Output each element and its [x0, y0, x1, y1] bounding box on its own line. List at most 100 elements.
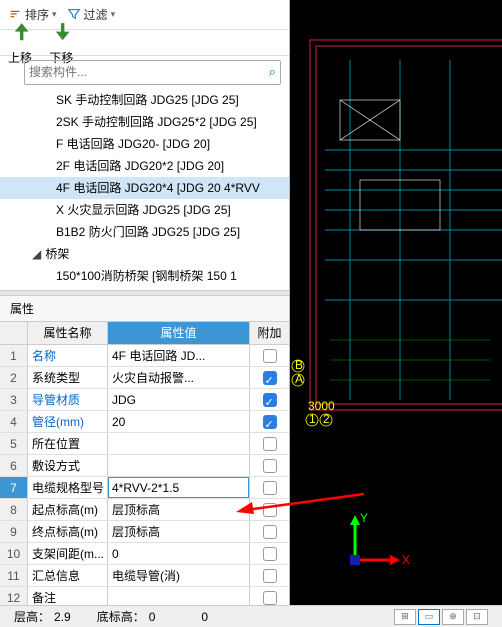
cad-canvas[interactable]: 3000 3000 B A 1 2 Y X	[290, 0, 502, 605]
property-name: 导管材质	[28, 389, 108, 410]
property-extra[interactable]	[249, 477, 289, 498]
property-value[interactable]: 火灾自动报警...	[108, 367, 249, 388]
checkbox-icon[interactable]	[263, 459, 277, 473]
dim-3000-b: 3000	[308, 399, 335, 413]
move-down-button[interactable]: 下移	[49, 18, 76, 65]
property-row[interactable]: 11汇总信息电缆导管(消)	[0, 565, 289, 587]
tree-item[interactable]: SK 手动控制回路 JDG25 [JDG 25]	[0, 89, 289, 111]
status-zero: 0	[201, 610, 208, 624]
header-value[interactable]: 属性值	[108, 322, 249, 344]
checkbox-icon[interactable]	[263, 569, 277, 583]
property-row[interactable]: 4管径(mm)20	[0, 411, 289, 433]
view-mode-4[interactable]: ⊡	[466, 609, 488, 625]
view-mode-3[interactable]: ⊕	[442, 609, 464, 625]
checkbox-icon[interactable]	[263, 525, 277, 539]
tree-item[interactable]: F 电话回路 JDG20- [JDG 20]	[0, 133, 289, 155]
arrow-up-icon	[8, 35, 35, 49]
row-number: 1	[0, 345, 28, 366]
tree-item[interactable]: 2SK 手动控制回路 JDG25*2 [JDG 25]	[0, 111, 289, 133]
row-number: 7	[0, 477, 28, 498]
property-name: 管径(mm)	[28, 411, 108, 432]
checkbox-icon[interactable]	[263, 371, 277, 385]
search-icon[interactable]: ⌕	[269, 64, 276, 80]
checkbox-icon[interactable]	[263, 437, 277, 451]
property-value[interactable]: 电缆导管(消)	[108, 565, 249, 586]
checkbox-icon[interactable]	[263, 547, 277, 561]
move-up-button[interactable]: 上移	[8, 18, 35, 65]
property-value[interactable]: 层顶标高	[108, 521, 249, 542]
property-value[interactable]: 4*RVV-2*1.5	[108, 477, 249, 498]
property-extra[interactable]	[249, 455, 289, 476]
tree-item[interactable]: X 火灾显示回路 JDG25 [JDG 25]	[0, 199, 289, 221]
floor-height-label: 层高：	[14, 608, 50, 625]
property-extra[interactable]	[249, 587, 289, 605]
row-number: 12	[0, 587, 28, 605]
checkbox-icon[interactable]	[263, 393, 277, 407]
property-name: 敷设方式	[28, 455, 108, 476]
property-row[interactable]: 8起点标高(m)层顶标高	[0, 499, 289, 521]
property-name: 终点标高(m)	[28, 521, 108, 542]
properties-title: 属性	[0, 296, 289, 322]
property-value[interactable]	[108, 455, 249, 476]
property-row[interactable]: 6敷设方式	[0, 455, 289, 477]
property-extra[interactable]	[249, 411, 289, 432]
view-mode-1[interactable]: ⊞	[394, 609, 416, 625]
toolbar-1: 排序 ▾ 过滤 ▾	[0, 0, 289, 30]
properties-body: 1名称4F 电话回路 JD...2系统类型火灾自动报警...3导管材质JDG4管…	[0, 345, 289, 605]
property-row[interactable]: 10支架间距(m...0	[0, 543, 289, 565]
view-mode-2[interactable]: ▭	[418, 609, 440, 625]
property-extra[interactable]	[249, 499, 289, 520]
svg-text:X: X	[402, 553, 410, 567]
property-value[interactable]	[108, 433, 249, 454]
svg-text:A: A	[295, 372, 303, 386]
property-row[interactable]: 3导管材质JDG	[0, 389, 289, 411]
property-value[interactable]: 层顶标高	[108, 499, 249, 520]
tree-group[interactable]: ◢ 桥架	[0, 243, 289, 265]
property-value[interactable]: JDG	[108, 389, 249, 410]
left-panel: 排序 ▾ 过滤 ▾ 上移 下移 ⌕ SK 手动控制回路 JDG25 [JDG 2	[0, 0, 290, 605]
tree-item[interactable]: 150*100消防桥架 [钢制桥架 150 1	[0, 265, 289, 287]
property-extra[interactable]	[249, 521, 289, 542]
property-row[interactable]: 12备注	[0, 587, 289, 605]
property-extra[interactable]	[249, 345, 289, 366]
property-name: 起点标高(m)	[28, 499, 108, 520]
property-value[interactable]: 0	[108, 543, 249, 564]
property-name: 支架间距(m...	[28, 543, 108, 564]
checkbox-icon[interactable]	[263, 591, 277, 605]
tree-item[interactable]: 2F 电话回路 JDG20*2 [JDG 20]	[0, 155, 289, 177]
header-name: 属性名称	[28, 322, 108, 344]
property-name: 汇总信息	[28, 565, 108, 586]
property-row[interactable]: 2系统类型火灾自动报警...	[0, 367, 289, 389]
property-value[interactable]	[108, 587, 249, 605]
property-extra[interactable]	[249, 543, 289, 564]
dim-3000-a: 3000	[290, 343, 293, 370]
property-extra[interactable]	[249, 389, 289, 410]
axis-gizmo: Y X	[350, 511, 410, 567]
collapse-icon: ◢	[32, 245, 42, 263]
tree-item[interactable]: B1B2 防火门回路 JDG25 [JDG 25]	[0, 221, 289, 243]
search-row: ⌕	[24, 60, 281, 86]
row-number: 11	[0, 565, 28, 586]
property-name: 系统类型	[28, 367, 108, 388]
property-row[interactable]: 7电缆规格型号4*RVV-2*1.5	[0, 477, 289, 499]
property-row[interactable]: 5所在位置	[0, 433, 289, 455]
row-number: 3	[0, 389, 28, 410]
checkbox-icon[interactable]	[263, 415, 277, 429]
row-number: 6	[0, 455, 28, 476]
filter-label: 过滤	[84, 6, 108, 23]
search-input[interactable]	[29, 65, 269, 79]
row-number: 2	[0, 367, 28, 388]
checkbox-icon[interactable]	[263, 349, 277, 363]
svg-text:Y: Y	[360, 511, 368, 525]
checkbox-icon[interactable]	[263, 503, 277, 517]
property-extra[interactable]	[249, 565, 289, 586]
checkbox-icon[interactable]	[263, 481, 277, 495]
component-tree[interactable]: SK 手动控制回路 JDG25 [JDG 25]2SK 手动控制回路 JDG25…	[0, 87, 289, 289]
property-value[interactable]: 20	[108, 411, 249, 432]
tree-item[interactable]: 4F 电话回路 JDG20*4 [JDG 20 4*RVV	[0, 177, 289, 199]
property-row[interactable]: 9终点标高(m)层顶标高	[0, 521, 289, 543]
property-row[interactable]: 1名称4F 电话回路 JD...	[0, 345, 289, 367]
arrow-down-icon	[49, 35, 76, 49]
property-extra[interactable]	[249, 367, 289, 388]
property-value[interactable]: 4F 电话回路 JD...	[108, 345, 249, 366]
